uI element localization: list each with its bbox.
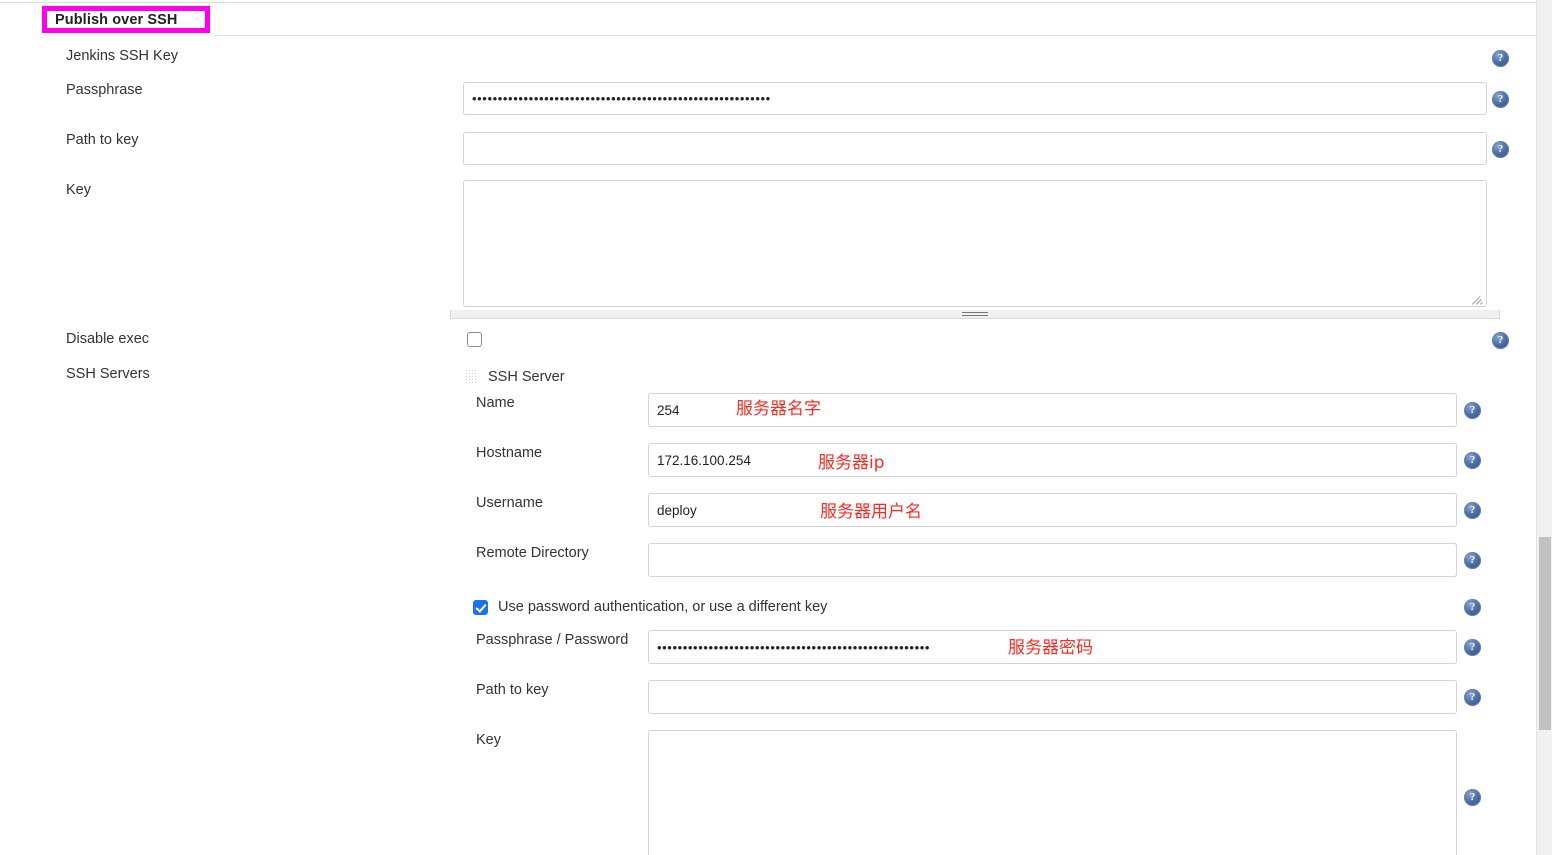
label-username: Username: [476, 495, 543, 511]
help-icon-inner-key[interactable]: ?: [1464, 789, 1481, 806]
key-resize-handle[interactable]: [450, 310, 1500, 319]
help-icon-path-to-key[interactable]: ?: [1492, 141, 1509, 158]
annotation-hostname: 服务器ip: [818, 453, 885, 473]
use-password-auth-label[interactable]: Use password authentication, or use a di…: [498, 599, 827, 615]
help-icon-jenkins-ssh-key[interactable]: ?: [1492, 50, 1509, 67]
disable-exec-checkbox[interactable]: [467, 332, 482, 347]
help-icon-use-password-auth[interactable]: ?: [1464, 599, 1481, 616]
help-icon-passphrase[interactable]: ?: [1492, 91, 1509, 108]
key-textarea[interactable]: [463, 180, 1487, 307]
top-divider: [0, 2, 1537, 3]
page-title: Publish over SSH: [55, 11, 178, 28]
label-passphrase-password: Passphrase / Password: [476, 632, 629, 648]
remote-directory-input[interactable]: [648, 543, 1457, 577]
label-passphrase: Passphrase: [66, 82, 143, 98]
section-heading-highlight: Publish over SSH: [42, 6, 210, 33]
help-icon-hostname[interactable]: ?: [1464, 452, 1481, 469]
label-key: Key: [66, 182, 91, 198]
use-password-auth-checkbox[interactable]: [473, 600, 488, 615]
help-icon-disable-exec[interactable]: ?: [1492, 332, 1509, 349]
ssh-server-block-title: SSH Server: [488, 369, 565, 385]
label-path-to-key: Path to key: [66, 132, 139, 148]
annotation-password: 服务器密码: [1008, 638, 1093, 658]
vertical-scrollbar-track[interactable]: [1536, 0, 1552, 855]
label-ssh-servers: SSH Servers: [66, 366, 150, 382]
label-inner-key: Key: [476, 732, 501, 748]
help-icon-remote-directory[interactable]: ?: [1464, 552, 1481, 569]
label-disable-exec: Disable exec: [66, 331, 150, 347]
heading-divider: [214, 35, 1537, 36]
drag-handle-icon[interactable]: [466, 370, 477, 385]
annotation-server-name: 服务器名字: [736, 399, 821, 419]
label-remote-directory: Remote Directory: [476, 545, 589, 561]
passphrase-input[interactable]: [463, 82, 1487, 115]
help-icon-passphrase-password[interactable]: ?: [1464, 639, 1481, 656]
label-inner-path-to-key: Path to key: [476, 682, 549, 698]
label-jenkins-ssh-key: Jenkins SSH Key: [66, 48, 179, 64]
help-icon-inner-path-to-key[interactable]: ?: [1464, 689, 1481, 706]
hostname-input[interactable]: [648, 443, 1457, 477]
inner-path-to-key-input[interactable]: [648, 680, 1457, 714]
label-server-name: Name: [476, 395, 515, 411]
help-icon-server-name[interactable]: ?: [1464, 402, 1481, 419]
inner-key-textarea[interactable]: [648, 730, 1457, 855]
grip-lines: [962, 310, 988, 318]
username-input[interactable]: [648, 493, 1457, 527]
path-to-key-input[interactable]: [463, 132, 1487, 165]
annotation-username: 服务器用户名: [820, 502, 922, 522]
vertical-scrollbar-thumb[interactable]: [1539, 537, 1551, 730]
help-icon-username[interactable]: ?: [1464, 502, 1481, 519]
publish-over-ssh-config-page: Publish over SSH Jenkins SSH Key ? Passp…: [0, 0, 1552, 855]
label-hostname: Hostname: [476, 445, 543, 461]
